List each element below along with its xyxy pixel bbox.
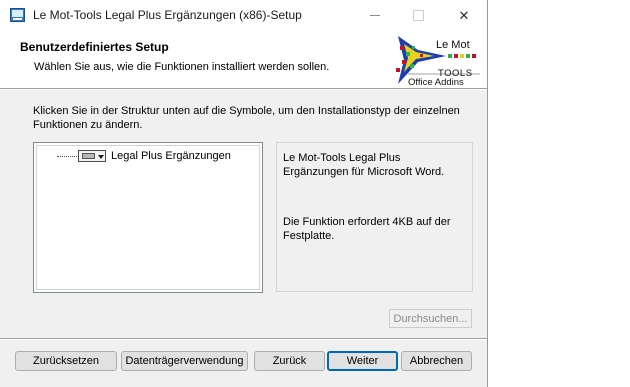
page-title: Benutzerdefiniertes Setup — [20, 40, 169, 54]
feature-description-panel: Le Mot-Tools Legal Plus Ergänzungen für … — [276, 142, 473, 292]
feature-install-dropdown[interactable] — [78, 150, 106, 162]
installer-app-icon — [10, 8, 25, 22]
reset-button[interactable]: Zurücksetzen — [15, 351, 117, 371]
feature-tree-inner: Legal Plus Ergänzungen — [36, 145, 260, 290]
window-title: Le Mot-Tools Legal Plus Ergänzungen (x86… — [33, 8, 302, 22]
hard-drive-icon — [82, 153, 95, 159]
feature-size-info: Die Funktion erfordert 4KB auf der Festp… — [283, 216, 451, 242]
disk-usage-button[interactable]: Datenträgerverwendung — [121, 351, 248, 371]
header-banner: Benutzerdefiniertes Setup Wählen Sie aus… — [0, 31, 487, 88]
header-separator-highlight — [0, 89, 487, 90]
title-bar: Le Mot-Tools Legal Plus Ergänzungen (x86… — [0, 0, 487, 31]
chevron-down-icon — [98, 155, 104, 159]
instruction-text: Klicken Sie in der Struktur unten auf di… — [33, 105, 460, 131]
tree-item-label[interactable]: Legal Plus Ergänzungen — [111, 150, 231, 162]
next-button[interactable]: Weiter — [327, 351, 398, 371]
logo-office-addins: Office Addins — [408, 77, 464, 88]
back-button[interactable]: Zurück — [254, 351, 325, 371]
feature-tree[interactable]: Legal Plus Ergänzungen — [33, 142, 263, 293]
browse-button[interactable]: Durchsuchen... — [389, 309, 472, 328]
logo-title: Le Mot — [436, 39, 470, 51]
footer-separator-highlight — [0, 339, 487, 340]
minimize-button[interactable] — [352, 0, 398, 31]
close-icon: ✕ — [458, 7, 470, 23]
setup-window: Le Mot-Tools Legal Plus Ergänzungen (x86… — [0, 0, 488, 387]
maximize-button — [395, 0, 441, 31]
close-button[interactable]: ✕ — [441, 0, 487, 31]
minimize-icon — [370, 15, 380, 16]
le-mot-logo: Le Mot TOOLS Office Addins — [390, 32, 483, 88]
cancel-button[interactable]: Abbrechen — [401, 351, 472, 371]
page-subtitle: Wählen Sie aus, wie die Funktionen insta… — [34, 61, 330, 73]
feature-description: Le Mot-Tools Legal Plus Ergänzungen für … — [283, 152, 445, 178]
maximize-icon — [412, 10, 424, 21]
